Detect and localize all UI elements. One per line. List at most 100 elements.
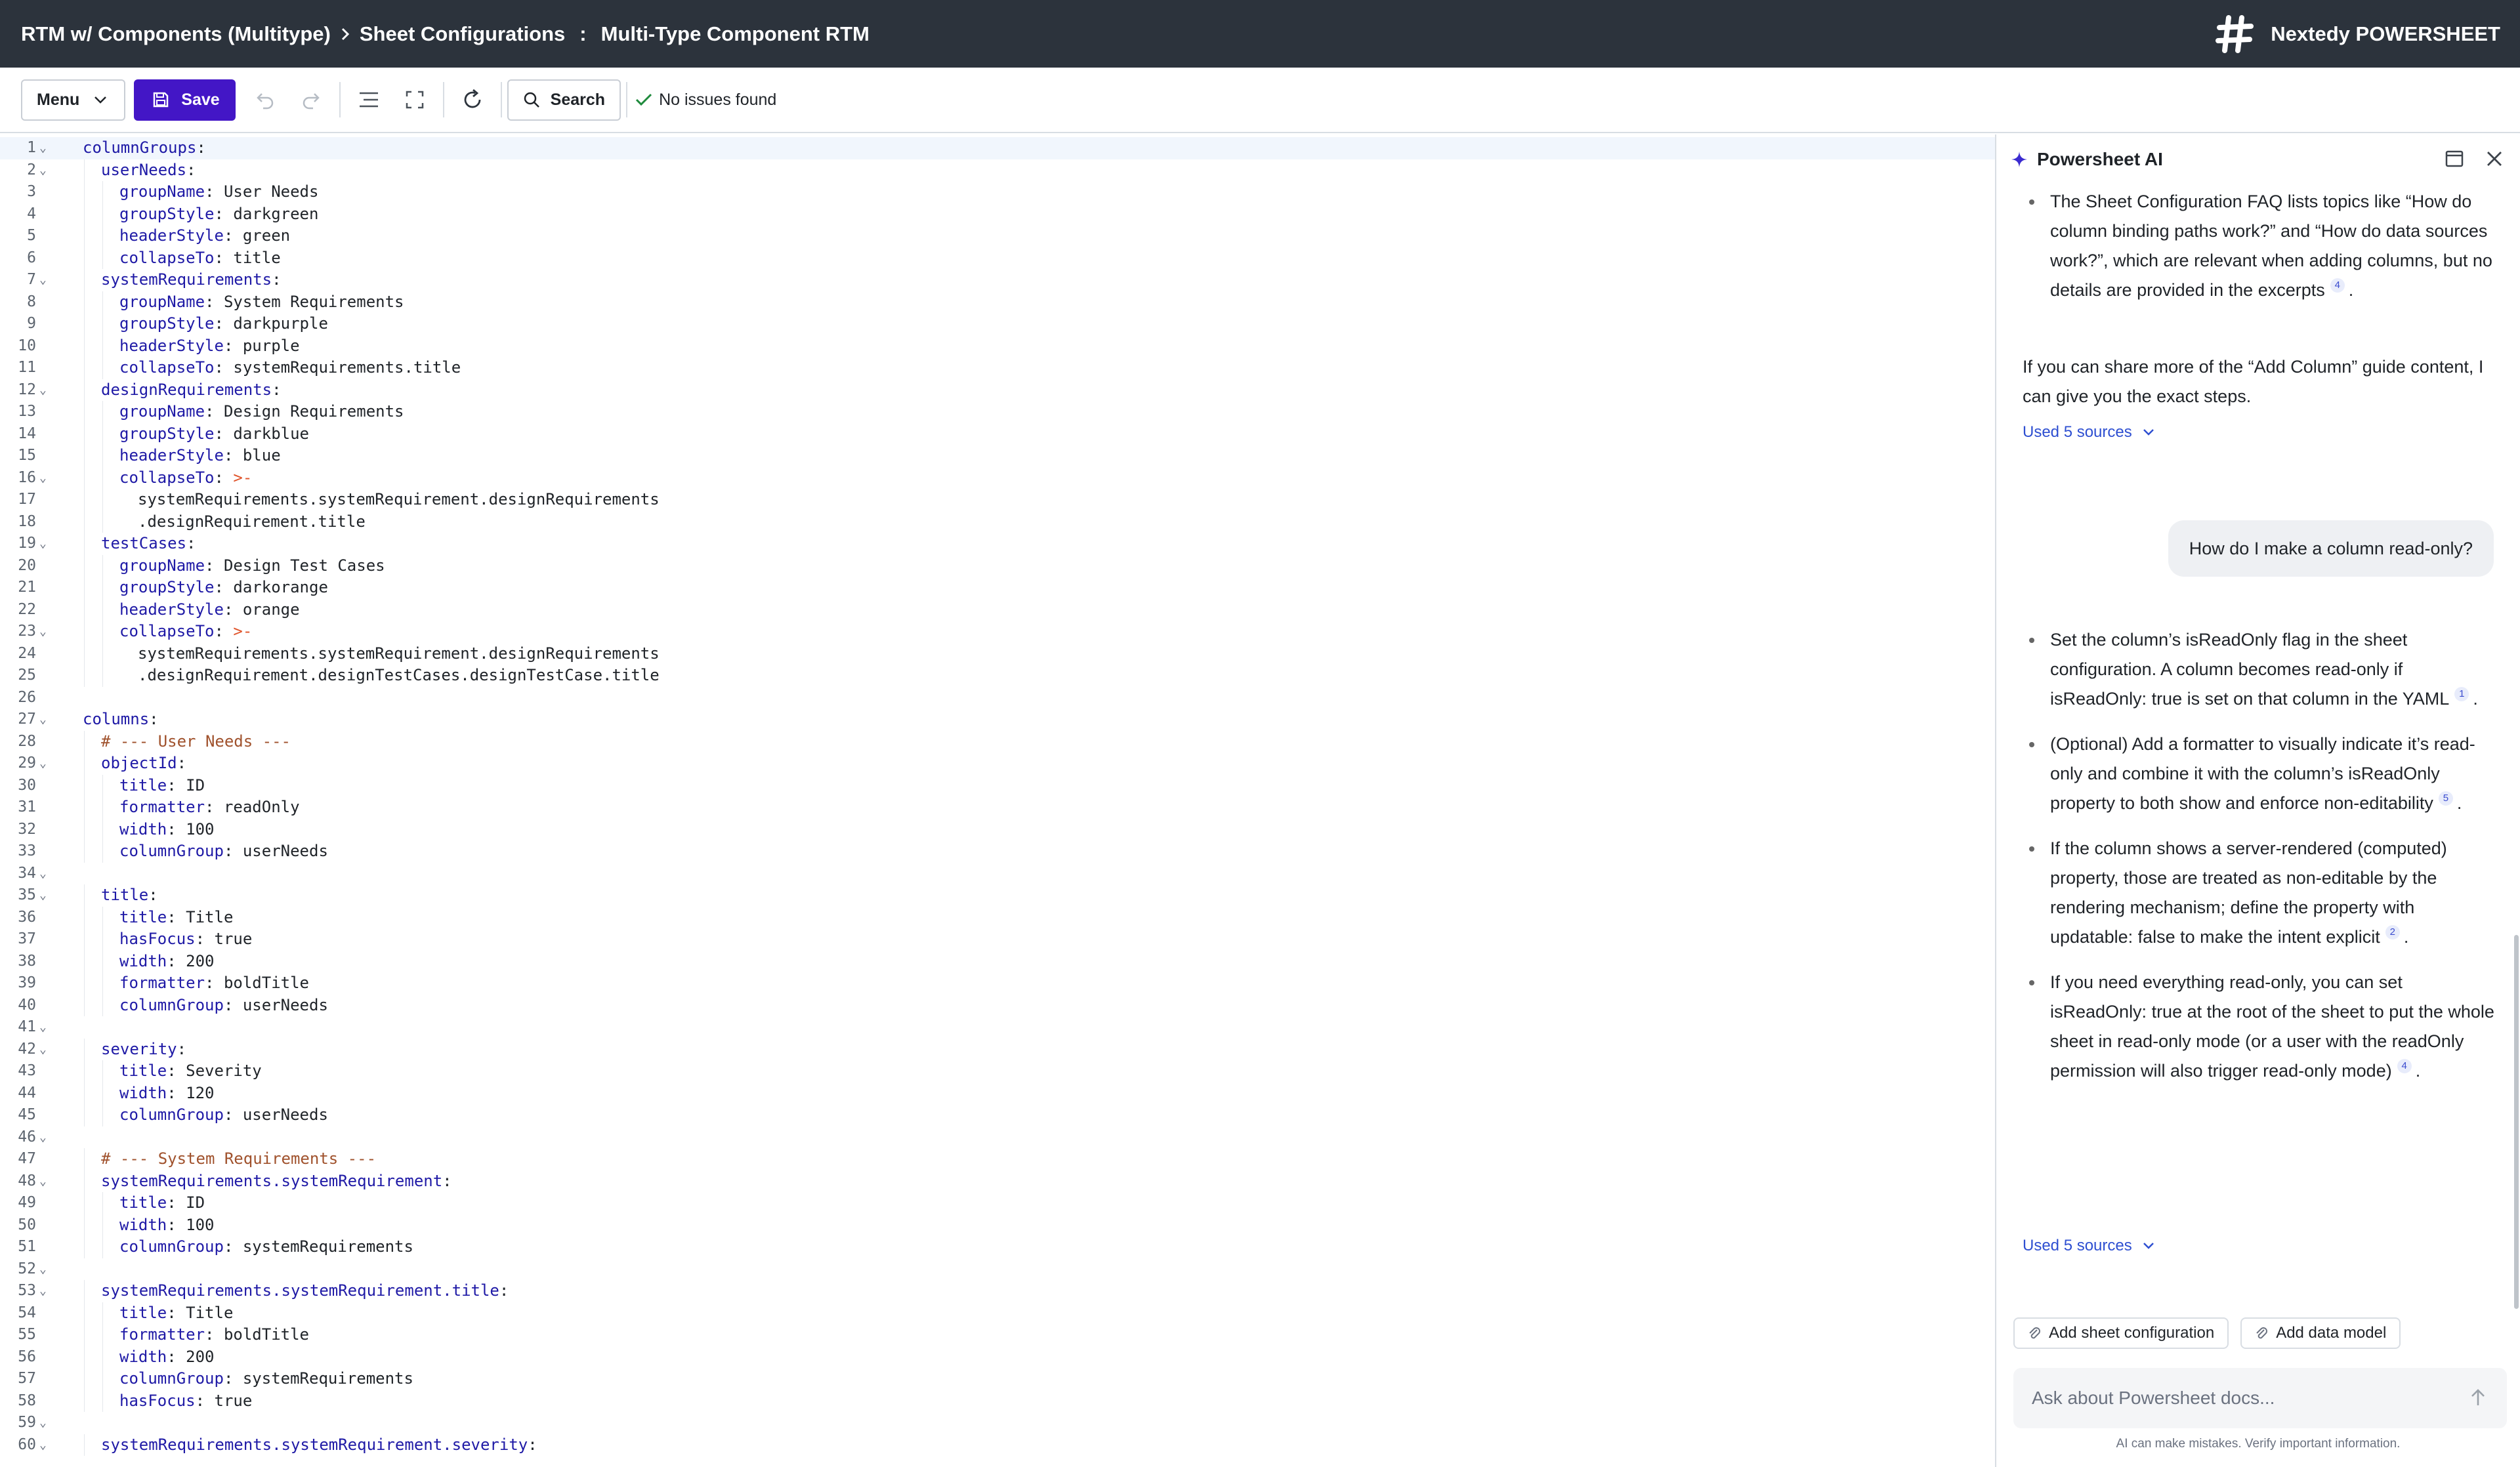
panel-scrollbar[interactable] <box>2514 935 2519 1309</box>
code-line[interactable]: 26 <box>0 687 1995 709</box>
code-line[interactable]: 11 collapseTo: systemRequirements.title <box>0 357 1995 379</box>
code-line[interactable]: 44 width: 120 <box>0 1083 1995 1105</box>
citation-badge[interactable]: 5 <box>2438 791 2453 806</box>
code-line[interactable]: 37 hasFocus: true <box>0 928 1995 951</box>
code-line[interactable]: 47 # --- System Requirements --- <box>0 1148 1995 1170</box>
fold-chevron-icon[interactable]: ⌄ <box>39 1039 47 1061</box>
citation-badge[interactable]: 4 <box>2330 278 2345 293</box>
undo-button[interactable] <box>242 79 288 121</box>
code-line[interactable]: 18 .designRequirement.title <box>0 511 1995 533</box>
code-line[interactable]: 16 ⌄ collapseTo: >- <box>0 467 1995 489</box>
fold-chevron-icon[interactable]: ⌄ <box>39 379 47 402</box>
code-line[interactable]: 51 columnGroup: systemRequirements <box>0 1236 1995 1258</box>
code-line[interactable]: 35 ⌄ title: <box>0 884 1995 907</box>
add-sheet-configuration-chip[interactable]: Add sheet configuration <box>2013 1317 2229 1349</box>
code-line[interactable]: 23 ⌄ collapseTo: >- <box>0 621 1995 643</box>
breadcrumb-item-project[interactable]: RTM w/ Components (Multitype) <box>21 22 331 46</box>
sources-toggle[interactable]: Used 5 sources <box>2023 423 2154 442</box>
code-line[interactable]: 20 groupName: Design Test Cases <box>0 555 1995 577</box>
citation-badge[interactable]: 2 <box>2385 925 2400 940</box>
fold-chevron-icon[interactable]: ⌄ <box>39 1412 47 1434</box>
code-line[interactable]: 25 .designRequirement.designTestCases.des… <box>0 665 1995 687</box>
code-line[interactable]: 30 title: ID <box>0 775 1995 797</box>
fold-chevron-icon[interactable]: ⌄ <box>39 533 47 555</box>
code-line[interactable]: 27 ⌄ columns: <box>0 709 1995 731</box>
code-line[interactable]: 53 ⌄ systemRequirements.systemRequirement.… <box>0 1280 1995 1302</box>
code-line[interactable]: 45 columnGroup: userNeeds <box>0 1104 1995 1126</box>
save-button[interactable]: Save <box>134 79 236 121</box>
code-line[interactable]: 1 ⌄ columnGroups: <box>0 137 1995 159</box>
fold-chevron-icon[interactable]: ⌄ <box>39 1170 47 1193</box>
yaml-code-editor[interactable]: 1 ⌄ columnGroups: 2 ⌄ userNeeds: 3 groupName:… <box>0 134 1995 1467</box>
breadcrumb-item-sheet-configurations[interactable]: Sheet Configurations <box>360 22 565 46</box>
format-button[interactable] <box>346 79 392 121</box>
code-line[interactable]: 36 title: Title <box>0 907 1995 929</box>
citation-badge[interactable]: 4 <box>2397 1059 2412 1073</box>
code-line[interactable]: 19 ⌄ testCases: <box>0 533 1995 555</box>
code-line[interactable]: 28 # --- User Needs --- <box>0 731 1995 753</box>
code-line[interactable]: 2 ⌄ userNeeds: <box>0 159 1995 182</box>
code-line[interactable]: 34 ⌄ <box>0 863 1995 885</box>
code-line[interactable]: 13 groupName: Design Requirements <box>0 401 1995 423</box>
fold-chevron-icon[interactable]: ⌄ <box>39 1434 47 1457</box>
code-line[interactable]: 7 ⌄ systemRequirements: <box>0 269 1995 291</box>
code-line[interactable]: 54 title: Title <box>0 1302 1995 1325</box>
code-line[interactable]: 3 groupName: User Needs <box>0 181 1995 203</box>
code-line[interactable]: 48 ⌄ systemRequirements.systemRequirement: <box>0 1170 1995 1193</box>
code-line[interactable]: 9 groupStyle: darkpurple <box>0 313 1995 335</box>
code-line[interactable]: 43 title: Severity <box>0 1060 1995 1083</box>
code-line[interactable]: 57 columnGroup: systemRequirements <box>0 1368 1995 1390</box>
fold-chevron-icon[interactable]: ⌄ <box>39 1258 47 1281</box>
fold-chevron-icon[interactable]: ⌄ <box>39 863 47 885</box>
code-line[interactable]: 5 headerStyle: green <box>0 225 1995 247</box>
code-line[interactable]: 41 ⌄ <box>0 1016 1995 1039</box>
fold-chevron-icon[interactable]: ⌄ <box>39 1280 47 1302</box>
sources-toggle[interactable]: Used 5 sources <box>2023 1237 2154 1255</box>
code-line[interactable]: 33 columnGroup: userNeeds <box>0 840 1995 863</box>
fullscreen-button[interactable] <box>392 79 438 121</box>
code-line[interactable]: 14 groupStyle: darkblue <box>0 423 1995 445</box>
fold-chevron-icon[interactable]: ⌄ <box>39 1016 47 1039</box>
code-line[interactable]: 46 ⌄ <box>0 1126 1995 1149</box>
code-line[interactable]: 56 width: 200 <box>0 1346 1995 1369</box>
code-line[interactable]: 6 collapseTo: title <box>0 247 1995 270</box>
redo-button[interactable] <box>288 79 334 121</box>
code-line[interactable]: 24 systemRequirements.systemRequirement.d… <box>0 643 1995 665</box>
code-line[interactable]: 59 ⌄ <box>0 1412 1995 1434</box>
fold-chevron-icon[interactable]: ⌄ <box>39 884 47 907</box>
code-line[interactable]: 55 formatter: boldTitle <box>0 1324 1995 1346</box>
code-line[interactable]: 29 ⌄ objectId: <box>0 753 1995 775</box>
menu-button[interactable]: Menu <box>21 79 126 121</box>
code-line[interactable]: 31 formatter: readOnly <box>0 796 1995 819</box>
fold-chevron-icon[interactable]: ⌄ <box>39 753 47 775</box>
code-line[interactable]: 32 width: 100 <box>0 819 1995 841</box>
refresh-button[interactable] <box>450 79 495 121</box>
fold-chevron-icon[interactable]: ⌄ <box>39 269 47 291</box>
code-line[interactable]: 49 title: ID <box>0 1192 1995 1214</box>
search-button[interactable]: Search <box>507 79 621 121</box>
code-line[interactable]: 22 headerStyle: orange <box>0 599 1995 621</box>
fold-chevron-icon[interactable]: ⌄ <box>39 621 47 643</box>
code-line[interactable]: 8 groupName: System Requirements <box>0 291 1995 314</box>
code-line[interactable]: 10 headerStyle: purple <box>0 335 1995 358</box>
add-data-model-chip[interactable]: Add data model <box>2240 1317 2401 1349</box>
citation-badge[interactable]: 1 <box>2454 687 2469 701</box>
code-line[interactable]: 4 groupStyle: darkgreen <box>0 203 1995 226</box>
fold-chevron-icon[interactable]: ⌄ <box>39 137 47 159</box>
fold-chevron-icon[interactable]: ⌄ <box>39 159 47 182</box>
code-line[interactable]: 42 ⌄ severity: <box>0 1039 1995 1061</box>
ask-input[interactable] <box>2013 1368 2507 1428</box>
fold-chevron-icon[interactable]: ⌄ <box>39 709 47 731</box>
code-line[interactable]: 21 groupStyle: darkorange <box>0 577 1995 599</box>
code-line[interactable]: 12 ⌄ designRequirements: <box>0 379 1995 402</box>
code-line[interactable]: 58 hasFocus: true <box>0 1390 1995 1413</box>
code-line[interactable]: 50 width: 100 <box>0 1214 1995 1237</box>
code-line[interactable]: 38 width: 200 <box>0 951 1995 973</box>
code-line[interactable]: 15 headerStyle: blue <box>0 445 1995 467</box>
fold-chevron-icon[interactable]: ⌄ <box>39 1126 47 1149</box>
code-line[interactable]: 39 formatter: boldTitle <box>0 972 1995 995</box>
dock-panel-icon[interactable] <box>2445 149 2464 169</box>
send-arrow-icon[interactable] <box>2469 1388 2487 1407</box>
close-icon[interactable] <box>2485 149 2504 169</box>
fold-chevron-icon[interactable]: ⌄ <box>39 467 47 489</box>
